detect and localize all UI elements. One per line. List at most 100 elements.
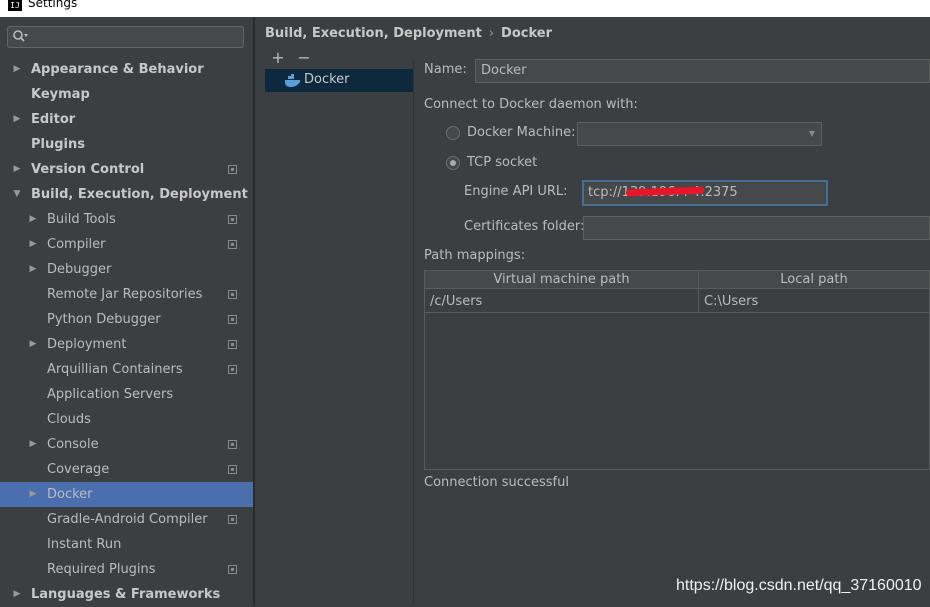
sidebar-item-deployment[interactable]: ▶ Deployment	[0, 332, 253, 357]
sidebar-item-application-servers[interactable]: Application Servers	[0, 382, 253, 407]
breadcrumb-separator-icon: ›	[488, 26, 495, 41]
docker-config-list: Docker	[265, 69, 413, 606]
docker-whale-icon	[285, 74, 301, 87]
search-box[interactable]	[7, 26, 244, 48]
sidebar-item-python-debugger[interactable]: Python Debugger	[0, 307, 253, 332]
tcp-socket-label: TCP socket	[467, 155, 538, 170]
chevron-right-icon[interactable]: ▶	[12, 107, 22, 132]
sidebar-item-build-tools[interactable]: ▶ Build Tools	[0, 207, 253, 232]
project-scope-icon	[228, 240, 237, 249]
connect-label: Connect to Docker daemon with:	[424, 97, 638, 112]
sidebar-item-editor[interactable]: ▶ Editor	[0, 107, 253, 132]
sidebar-item-label: Version Control	[31, 162, 145, 177]
sidebar-item-instant-run[interactable]: Instant Run	[0, 532, 253, 557]
search-input[interactable]	[34, 28, 239, 46]
sidebar-item-languages-frameworks[interactable]: ▶ Languages & Frameworks	[0, 582, 253, 607]
table-cell-vm-path[interactable]: /c/Users	[430, 291, 482, 313]
certificates-folder-field[interactable]	[583, 216, 930, 240]
sidebar-item-label: Plugins	[31, 137, 85, 152]
sidebar-item-compiler[interactable]: ▶ Compiler	[0, 232, 253, 257]
docker-machine-radio[interactable]	[446, 126, 460, 140]
remove-icon[interactable]: −	[297, 48, 311, 67]
panel-divider	[413, 58, 414, 606]
sidebar-item-label: Keymap	[31, 87, 90, 102]
sidebar-item-required-plugins[interactable]: Required Plugins	[0, 557, 253, 582]
column-header-local-path[interactable]: Local path	[699, 271, 929, 289]
sidebar-item-build-execution-deployment[interactable]: ▼ Build, Execution, Deployment	[0, 182, 253, 207]
sidebar-item-remote-jar-repositories[interactable]: Remote Jar Repositories	[0, 282, 253, 307]
sidebar-item-label: Python Debugger	[47, 312, 161, 327]
table-column-divider	[698, 271, 699, 313]
project-scope-icon	[228, 365, 237, 374]
table-row-divider	[425, 312, 929, 313]
sidebar-item-label: Coverage	[47, 462, 110, 477]
name-field[interactable]: Docker	[475, 59, 930, 83]
sidebar-item-gradle-android-compiler[interactable]: Gradle-Android Compiler	[0, 507, 253, 532]
docker-machine-label: Docker Machine:	[467, 125, 576, 140]
chevron-right-icon[interactable]: ▶	[12, 582, 22, 607]
chevron-right-icon[interactable]: ▶	[12, 57, 22, 82]
sidebar-item-label: Required Plugins	[47, 562, 156, 577]
table-cell-local-path[interactable]: C:\Users	[704, 291, 758, 313]
path-mappings-label: Path mappings:	[424, 248, 526, 263]
sidebar-item-keymap[interactable]: Keymap	[0, 82, 253, 107]
sidebar-item-label: Remote Jar Repositories	[47, 287, 203, 302]
breadcrumb-section: Build, Execution, Deployment	[265, 26, 482, 41]
sidebar-item-debugger[interactable]: ▶ Debugger	[0, 257, 253, 282]
chevron-right-icon[interactable]: ▶	[28, 432, 38, 457]
project-scope-icon	[228, 165, 237, 174]
sidebar-item-label: Application Servers	[47, 387, 174, 402]
sidebar-item-label: Deployment	[47, 337, 127, 352]
project-scope-icon	[228, 515, 237, 524]
project-scope-icon	[228, 315, 237, 324]
chevron-down-icon[interactable]: ▼	[12, 182, 22, 207]
docker-config-label: Docker	[304, 72, 350, 87]
add-icon[interactable]: +	[271, 48, 285, 67]
sidebar-item-label: Languages & Frameworks	[31, 587, 221, 602]
name-label: Name:	[424, 62, 467, 77]
chevron-right-icon[interactable]: ▶	[28, 232, 38, 257]
engine-api-label: Engine API URL:	[464, 184, 568, 199]
docker-config-item[interactable]: Docker	[265, 69, 413, 92]
project-scope-icon	[228, 465, 237, 474]
sidebar-item-label: Clouds	[47, 412, 91, 427]
chevron-right-icon[interactable]: ▶	[28, 332, 38, 357]
column-header-vm-path[interactable]: Virtual machine path	[425, 271, 698, 289]
path-mappings-table[interactable]: Virtual machine path Local path /c/Users…	[424, 270, 930, 470]
chevron-right-icon[interactable]: ▶	[28, 257, 38, 282]
project-scope-icon	[228, 440, 237, 449]
breadcrumb-page: Docker	[501, 26, 552, 41]
chevron-right-icon[interactable]: ▶	[12, 157, 22, 182]
sidebar-item-appearance-behavior[interactable]: ▶ Appearance & Behavior	[0, 57, 253, 82]
breadcrumb: Build, Execution, Deployment › Docker	[265, 26, 552, 41]
project-scope-icon	[228, 290, 237, 299]
tcp-socket-radio[interactable]	[446, 156, 460, 170]
engine-api-url-field[interactable]: tcp://139.196. . 4:2375	[582, 180, 828, 206]
window-title: Settings	[28, 0, 78, 10]
settings-sidebar: ▶ Appearance & Behavior Keymap ▶ Editor Plugi…	[0, 17, 253, 606]
watermark-text: https://blog.csdn.net/qq_37160010	[676, 577, 922, 594]
chevron-right-icon[interactable]: ▶	[28, 482, 38, 507]
sidebar-item-label: Instant Run	[47, 537, 122, 552]
connection-status: Connection successful	[424, 475, 569, 490]
search-icon[interactable]	[12, 29, 28, 45]
settings-tree: ▶ Appearance & Behavior Keymap ▶ Editor Plugi…	[0, 57, 253, 607]
sidebar-item-docker[interactable]: ▶ Docker	[0, 482, 253, 507]
app-icon: IJ	[8, 0, 22, 11]
sidebar-item-label: Appearance & Behavior	[31, 62, 204, 77]
sidebar-item-label: Build, Execution, Deployment	[31, 187, 248, 202]
sidebar-item-arquillian-containers[interactable]: Arquillian Containers	[0, 357, 253, 382]
project-scope-icon	[228, 565, 237, 574]
sidebar-item-label: Editor	[31, 112, 76, 127]
sidebar-item-label: Console	[47, 437, 99, 452]
sidebar-item-coverage[interactable]: Coverage	[0, 457, 253, 482]
project-scope-icon	[228, 215, 237, 224]
chevron-down-icon: ▼	[808, 129, 815, 138]
sidebar-item-plugins[interactable]: Plugins	[0, 132, 253, 157]
docker-machine-combo[interactable]: ▼	[577, 122, 822, 146]
sidebar-item-clouds[interactable]: Clouds	[0, 407, 253, 432]
sidebar-item-console[interactable]: ▶ Console	[0, 432, 253, 457]
chevron-right-icon[interactable]: ▶	[28, 207, 38, 232]
project-scope-icon	[228, 340, 237, 349]
sidebar-item-version-control[interactable]: ▶ Version Control	[0, 157, 253, 182]
